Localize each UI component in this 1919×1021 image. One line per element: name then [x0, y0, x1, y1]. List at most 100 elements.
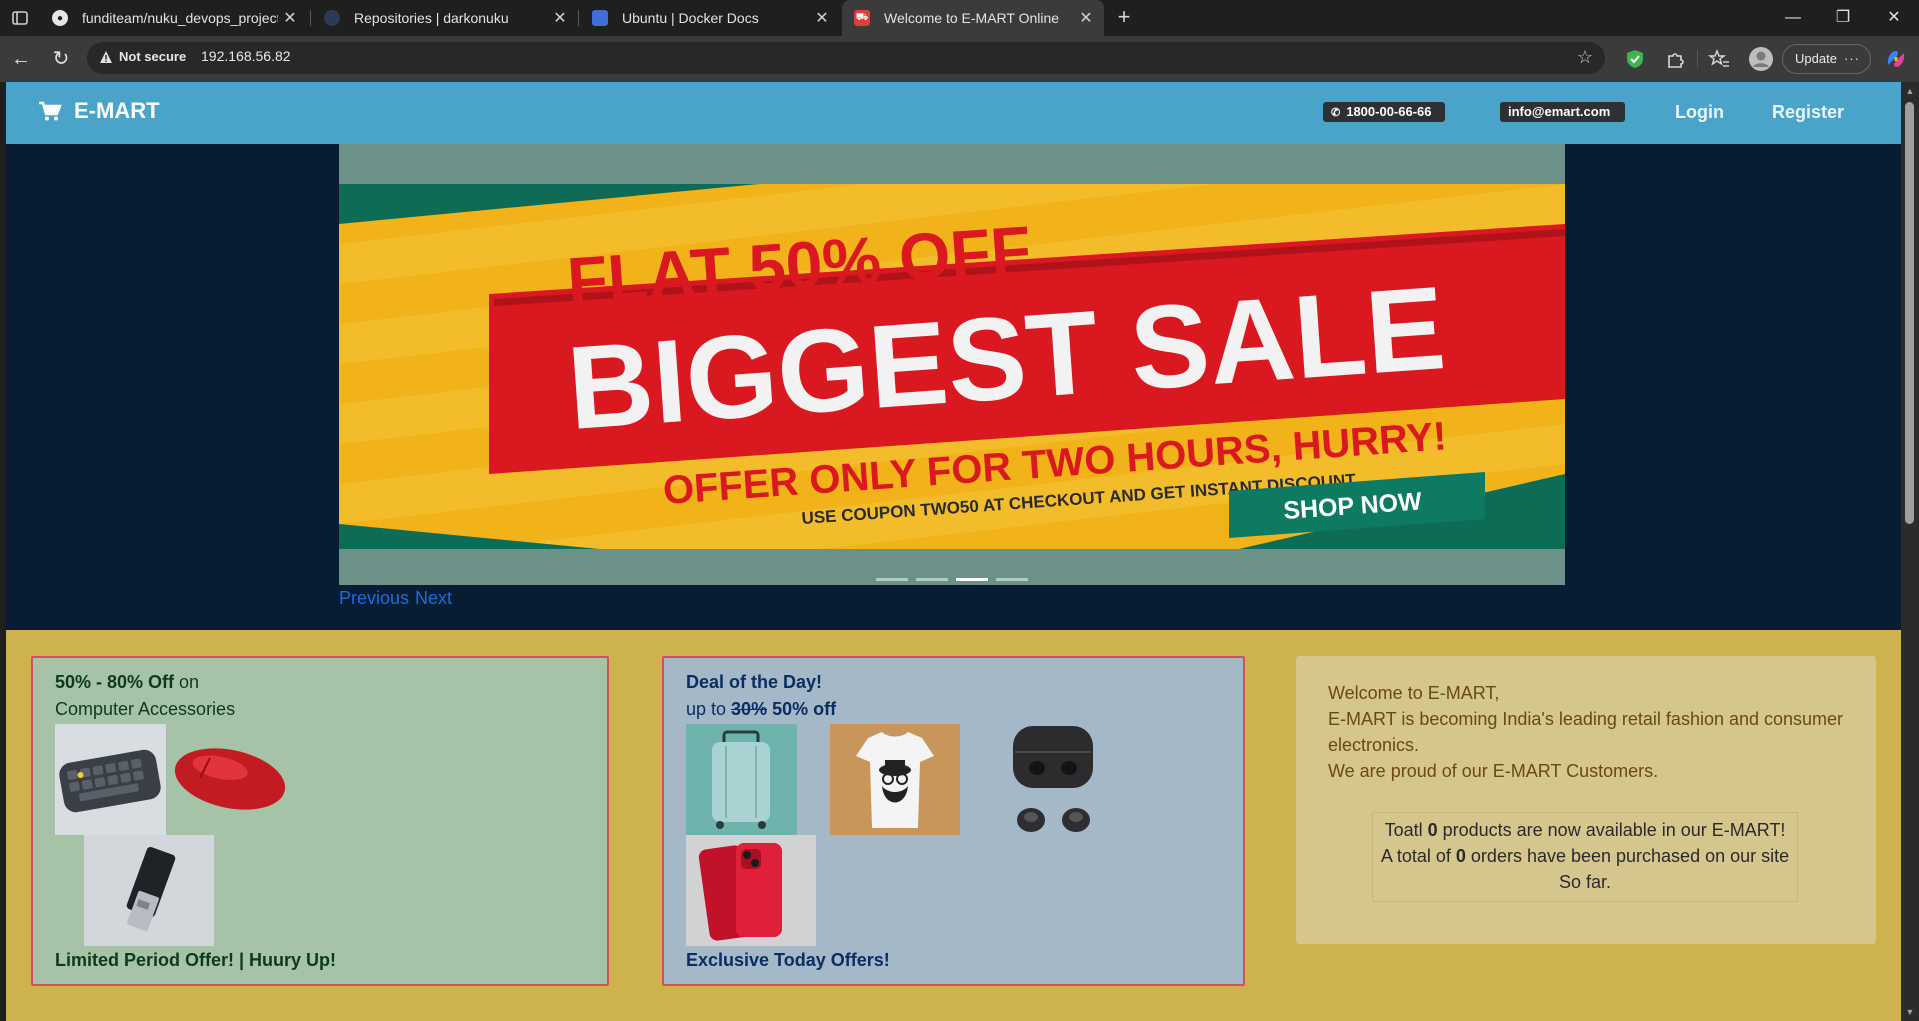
carousel-indicators [339, 578, 1565, 582]
page-scrollbar[interactable]: ▲ ▼ [1901, 82, 1919, 1021]
welcome-line-2: E-MART is becoming India's leading retai… [1328, 709, 1844, 755]
extensions-icon[interactable] [1664, 48, 1686, 70]
store-stats-box: Toatl 0 products are now available in ou… [1372, 812, 1798, 902]
card1-headline-bold: 50% - 80% Off [55, 672, 175, 692]
stats-so-far: So far. [1558, 872, 1612, 892]
stats-text: A total of [1380, 846, 1456, 866]
card2-discount: up to 30% 50% off [686, 699, 836, 720]
more-options-icon[interactable]: ··· [1844, 45, 1860, 73]
tab-title: Ubuntu | Docker Docs [622, 10, 759, 26]
brand-logo[interactable]: E-MART [38, 98, 160, 124]
profile-avatar-icon[interactable] [1748, 46, 1774, 72]
close-window-icon[interactable]: ✕ [1880, 4, 1908, 32]
page-viewport: E-MART ✆ 1800-00-66-66 info@emart.com Log… [6, 82, 1901, 1021]
docker-hub-icon [324, 10, 340, 26]
scroll-up-icon[interactable]: ▲ [1905, 86, 1915, 96]
smartphone-image[interactable] [686, 835, 816, 946]
carousel-controls: Previous Next [339, 588, 458, 609]
products-count-line: Toatl 0 products are now available in ou… [1373, 817, 1797, 843]
new-tab-button[interactable]: + [1112, 6, 1136, 30]
card2-upto: up to [686, 699, 732, 719]
hero-carousel[interactable]: FLAT 50% OFF BIGGEST SALE OFFER ONLY FOR… [339, 144, 1565, 585]
register-link[interactable]: Register [1772, 102, 1844, 123]
browser-tab-strip: ● funditeam/nuku_devops_projects ✕ Repos… [0, 0, 1919, 36]
carousel-previous-link[interactable]: Previous [339, 588, 409, 608]
carousel-indicator-4[interactable] [996, 578, 1028, 581]
stats-text: Toatl [1384, 820, 1428, 840]
favorite-star-icon[interactable]: ☆ [1577, 47, 1593, 68]
docker-icon [592, 10, 608, 26]
card1-subline: Computer Accessories [55, 699, 236, 719]
card2-footer: Exclusive Today Offers! [686, 950, 890, 970]
tab-divider [578, 10, 579, 26]
promo-section: 50% - 80% Off on Computer Accessories Li… [6, 630, 1901, 1021]
close-tab-icon[interactable]: ✕ [278, 8, 302, 28]
favorites-icon[interactable] [1708, 48, 1730, 70]
tab-actions-icon[interactable] [10, 8, 30, 28]
cart-icon: ⛟ [854, 10, 870, 26]
site-header: E-MART ✆ 1800-00-66-66 info@emart.com Log… [6, 82, 1901, 144]
keyboard-image[interactable] [55, 724, 166, 835]
suitcase-image[interactable] [686, 724, 797, 835]
browser-toolbar: ← ↻ Not secure 192.168.56.82 ☆ Update ··… [0, 36, 1919, 82]
carousel-indicator-3[interactable] [956, 578, 988, 581]
email-address: info@emart.com [1508, 104, 1611, 119]
scroll-down-icon[interactable]: ▼ [1905, 1007, 1915, 1017]
welcome-text: Welcome to E-MART, E-MART is becoming In… [1328, 680, 1848, 784]
brand-name: E-MART [74, 98, 160, 123]
welcome-line-1: Welcome to E-MART, [1328, 683, 1500, 703]
welcome-line-3: We are proud of our E-MART Customers. [1328, 761, 1659, 781]
security-label[interactable]: Not secure [119, 49, 186, 64]
tab-title: Welcome to E-MART Online [884, 10, 1060, 26]
carousel-indicator-1[interactable] [876, 578, 908, 581]
copilot-icon[interactable] [1884, 47, 1908, 71]
deal-of-the-day-card[interactable]: Deal of the Day! up to 30% 50% off Exclu… [662, 656, 1245, 986]
tab-title: Repositories | darkonuku [354, 10, 509, 26]
card1-footer: Limited Period Offer! | Huury Up! [55, 950, 337, 970]
card1-headline-rest: on [174, 672, 200, 692]
login-link[interactable]: Login [1675, 102, 1724, 123]
usb-drive-image[interactable] [84, 835, 214, 946]
minimize-icon[interactable]: — [1779, 4, 1807, 32]
sale-banner-slide[interactable]: FLAT 50% OFF BIGGEST SALE OFFER ONLY FOR… [339, 184, 1565, 549]
close-tab-icon[interactable]: ✕ [548, 8, 572, 28]
update-label: Update [1795, 51, 1837, 66]
carousel-next-link[interactable]: Next [415, 588, 452, 608]
card2-old-discount: 30% [731, 699, 768, 719]
tshirt-image[interactable] [830, 724, 960, 835]
warning-icon[interactable] [99, 50, 113, 64]
earbuds-image[interactable] [1003, 724, 1114, 835]
github-icon: ● [52, 10, 68, 26]
welcome-card: Welcome to E-MART, E-MART is becoming In… [1296, 656, 1876, 944]
url-text[interactable]: 192.168.56.82 [201, 48, 291, 64]
phone-badge: ✆ 1800-00-66-66 [1323, 102, 1445, 122]
stats-text: products are now available in our E-MART… [1437, 820, 1786, 840]
back-arrow-icon[interactable]: ← [8, 46, 34, 72]
card2-new-discount: 50% off [767, 699, 837, 719]
products-count: 0 [1427, 820, 1438, 840]
browser-tab-3[interactable]: Ubuntu | Docker Docs ✕ [580, 0, 840, 36]
update-button[interactable]: Update ··· [1782, 44, 1871, 74]
close-tab-icon[interactable]: ✕ [810, 8, 834, 28]
email-badge: info@emart.com [1500, 102, 1625, 122]
scrollbar-thumb[interactable] [1905, 102, 1914, 524]
browser-tab-2[interactable]: Repositories | darkonuku ✕ [312, 0, 578, 36]
toolbar-divider [1697, 50, 1698, 68]
mouse-image[interactable] [170, 744, 290, 814]
computer-accessories-card[interactable]: 50% - 80% Off on Computer Accessories Li… [31, 656, 609, 986]
orders-count: 0 [1455, 846, 1466, 866]
address-bar[interactable]: Not secure 192.168.56.82 ☆ [87, 42, 1605, 74]
tab-divider [310, 10, 311, 26]
restore-icon[interactable]: ❐ [1829, 4, 1857, 32]
browser-tab-4-active[interactable]: ⛟ Welcome to E-MART Online ✕ [842, 0, 1104, 36]
browser-tab-1[interactable]: ● funditeam/nuku_devops_projects ✕ [40, 0, 308, 36]
shield-extension-icon[interactable] [1624, 48, 1646, 70]
tab-title: funditeam/nuku_devops_projects [82, 10, 278, 26]
card2-headline: Deal of the Day! [686, 672, 823, 692]
reload-icon[interactable]: ↻ [48, 46, 74, 72]
phone-number: 1800-00-66-66 [1346, 104, 1432, 119]
carousel-indicator-2[interactable] [916, 578, 948, 581]
close-tab-icon[interactable]: ✕ [1074, 8, 1098, 28]
card1-headline: 50% - 80% Off on [55, 672, 199, 693]
orders-count-line: A total of 0 orders have been purchased … [1373, 843, 1797, 869]
